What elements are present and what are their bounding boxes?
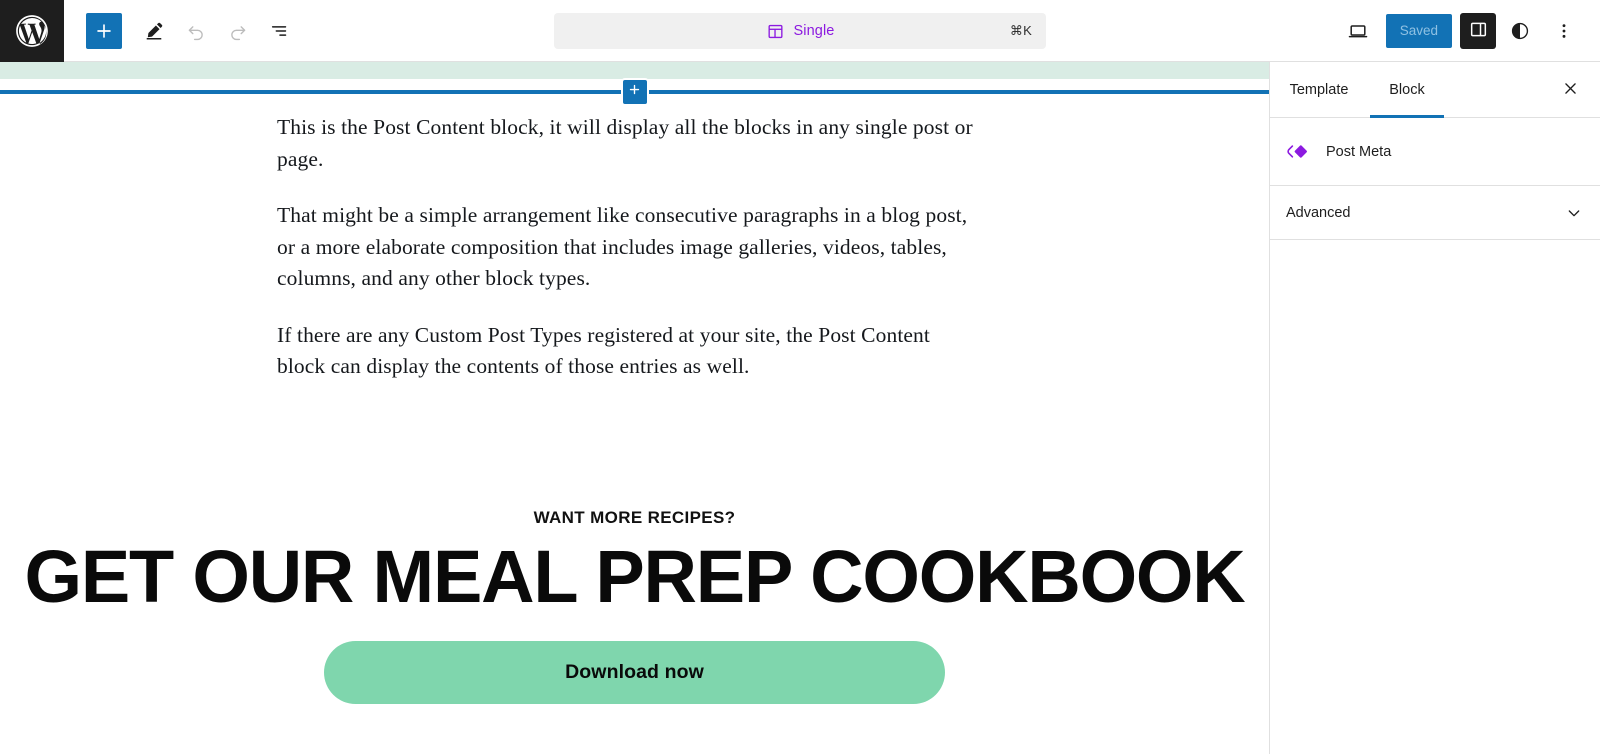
settings-sidebar-toggle[interactable] (1460, 12, 1496, 49)
list-view-icon (269, 20, 291, 42)
template-layout-icon (766, 22, 785, 41)
post-content-block[interactable]: This is the Post Content block, it will … (0, 112, 1269, 383)
block-inserter-toggle[interactable] (86, 12, 122, 49)
redo-button[interactable] (218, 11, 258, 51)
wordpress-logo-icon (13, 12, 51, 50)
styles-contrast-icon (1509, 20, 1531, 42)
sidebar-panel-icon (1468, 19, 1489, 43)
selected-block-card: Post Meta (1270, 118, 1600, 186)
cta-main-heading[interactable]: GET OUR MEAL PREP COOKBOOK (0, 539, 1269, 615)
command-center-bar[interactable]: Single ⌘K (554, 13, 1046, 49)
desktop-icon (1346, 19, 1370, 43)
command-bar-content: Single (766, 22, 835, 41)
undo-icon (185, 20, 207, 42)
selected-block-title: Post Meta (1326, 143, 1392, 160)
download-now-button[interactable]: Download now (324, 641, 945, 705)
post-meta-icon (1286, 140, 1310, 164)
plus-icon (93, 20, 115, 42)
edit-mode-tool[interactable] (134, 11, 174, 51)
editor-canvas[interactable]: This is the Post Content block, it will … (0, 62, 1269, 754)
cta-eyebrow-heading[interactable]: WANT MORE RECIPES? (0, 508, 1269, 528)
document-overview-button[interactable] (260, 11, 300, 51)
styles-button[interactable] (1500, 11, 1540, 51)
command-bar-label: Single (793, 23, 835, 39)
close-icon (1561, 79, 1580, 101)
plus-icon (627, 82, 642, 102)
template-part-highlight (0, 62, 1269, 79)
header-right-toolbar: Saved (1338, 11, 1600, 51)
editor-body: This is the Post Content block, it will … (0, 62, 1600, 754)
sidebar-empty-area (1270, 240, 1600, 754)
close-sidebar-button[interactable] (1552, 72, 1588, 108)
tab-template[interactable]: Template (1286, 62, 1352, 117)
device-preview-button[interactable] (1338, 11, 1378, 51)
paragraph-block[interactable]: This is the Post Content block, it will … (277, 112, 981, 175)
editor-canvas-wrapper: This is the Post Content block, it will … (0, 62, 1269, 754)
pencil-icon (143, 20, 165, 42)
call-to-action-section: WANT MORE RECIPES? GET OUR MEAL PREP COO… (0, 508, 1269, 705)
more-options-button[interactable] (1544, 11, 1584, 51)
header-left-toolbar (64, 11, 300, 51)
save-button[interactable]: Saved (1385, 13, 1452, 48)
command-bar-shortcut: ⌘K (1009, 23, 1032, 38)
paragraph-block[interactable]: That might be a simple arrangement like … (277, 200, 981, 295)
chevron-down-icon (1564, 203, 1584, 223)
settings-sidebar: Template Block Post Meta Advanced (1269, 62, 1600, 754)
post-content-column: This is the Post Content block, it will … (277, 112, 981, 383)
sidebar-tab-bar: Template Block (1270, 62, 1600, 118)
wordpress-logo-button[interactable] (0, 0, 64, 62)
paragraph-block[interactable]: If there are any Custom Post Types regis… (277, 320, 981, 383)
panel-advanced[interactable]: Advanced (1270, 186, 1600, 240)
more-vertical-icon (1553, 20, 1575, 42)
undo-button[interactable] (176, 11, 216, 51)
site-editor-app: Single ⌘K Saved This is the Post Content… (0, 0, 1600, 754)
panel-advanced-label: Advanced (1286, 204, 1351, 221)
inline-block-inserter-button[interactable] (622, 80, 647, 104)
editor-header: Single ⌘K Saved (0, 0, 1600, 62)
tab-block[interactable]: Block (1370, 62, 1444, 118)
redo-icon (227, 20, 249, 42)
